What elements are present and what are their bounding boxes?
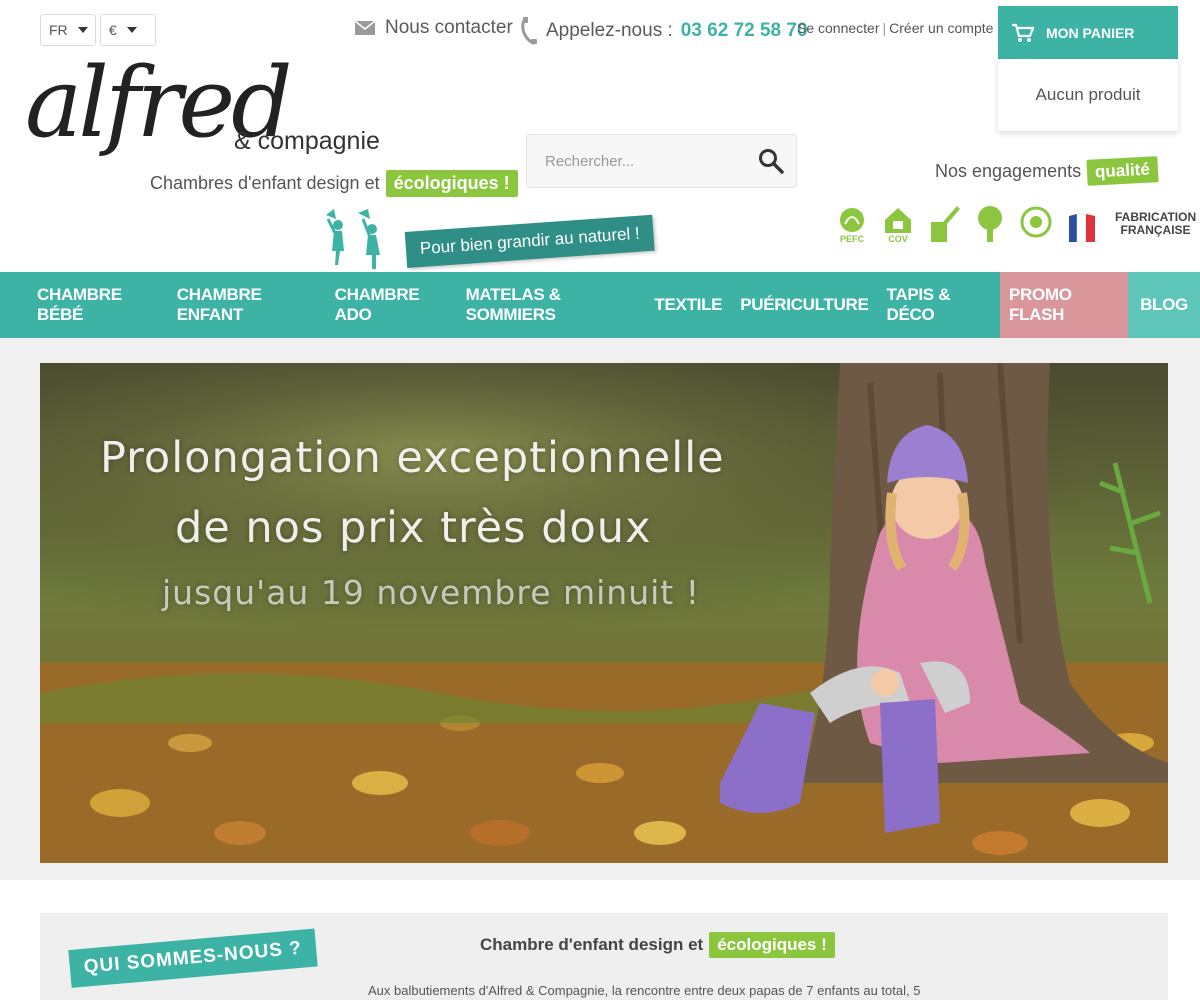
- about-title: Chambre d'enfant design et écologiques !: [480, 932, 835, 958]
- phone-label: Appelez-nous :: [546, 20, 673, 41]
- fabrication-line2: FRANÇAISE: [1120, 223, 1191, 237]
- separator: |: [882, 20, 887, 36]
- hero-banner[interactable]: Prolongation exceptionnelle de nos prix …: [40, 363, 1168, 863]
- contact-link[interactable]: Nous contacter: [355, 17, 513, 39]
- pefc-label: PEFC: [839, 234, 864, 244]
- phone-info: Appelez-nous : 03 62 72 58 70: [520, 17, 808, 45]
- fabrication-francaise: FABRICATION FRANÇAISE: [1115, 210, 1196, 237]
- about-title-badge: écologiques !: [709, 932, 835, 958]
- cov-icon: COV: [881, 204, 915, 244]
- cart-dropdown: Aucun produit: [998, 52, 1178, 131]
- chevron-down-icon: [126, 27, 137, 33]
- tagline-badge: écologiques !: [385, 170, 518, 197]
- tree-icon: [973, 204, 1007, 244]
- login-link[interactable]: Se connecter: [797, 20, 880, 36]
- kids-illustration: [326, 209, 380, 269]
- france-flag-icon: [1065, 204, 1099, 244]
- language-value: FR: [49, 22, 68, 38]
- phone-number[interactable]: 03 62 72 58 70: [681, 20, 808, 42]
- currency-select[interactable]: €: [100, 14, 156, 46]
- main-nav: CHAMBRE BÉBÉ CHAMBRE ENFANT CHAMBRE ADO …: [0, 272, 1200, 338]
- nav-item-puericulture[interactable]: PUÉRICULTURE: [731, 272, 877, 338]
- nav-item-chambre-ado[interactable]: CHAMBRE ADO: [326, 272, 457, 338]
- search-box: [526, 134, 797, 188]
- tagline-text: Chambres d'enfant design et: [150, 173, 380, 193]
- currency-value: €: [109, 22, 117, 38]
- paint-icon: [927, 204, 961, 244]
- nav-item-promo-flash[interactable]: PROMO FLASH: [999, 272, 1129, 338]
- nav-item-tapis-deco[interactable]: TAPIS & DÉCO: [878, 272, 1000, 338]
- hero-line3: jusqu'au 19 novembre minuit !: [162, 573, 700, 612]
- cotton-icon: [1019, 204, 1053, 244]
- envelope-icon: [355, 21, 375, 35]
- engagements[interactable]: Nos engagements qualité: [935, 156, 1159, 186]
- phone-icon: [521, 17, 537, 45]
- about-title-text: Chambre d'enfant design et: [480, 935, 704, 954]
- nav-item-blog[interactable]: BLOG: [1128, 272, 1200, 338]
- cart-label: MON PANIER: [1046, 24, 1135, 41]
- pefc-icon: PEFC: [835, 204, 869, 244]
- contact-label: Nous contacter: [385, 17, 513, 38]
- cart-empty-text: Aucun produit: [1035, 85, 1141, 104]
- language-select[interactable]: FR: [40, 14, 96, 46]
- nav-item-chambre-enfant[interactable]: CHAMBRE ENFANT: [168, 272, 326, 338]
- tagline: Chambres d'enfant design et écologiques …: [150, 170, 518, 197]
- engagements-badge: qualité: [1086, 156, 1159, 186]
- account-links: Se connecter | Créer un compte: [797, 20, 993, 36]
- search-input[interactable]: [545, 152, 758, 170]
- cart-icon: [1012, 23, 1034, 42]
- register-link[interactable]: Créer un compte: [889, 20, 993, 36]
- chevron-down-icon: [77, 27, 88, 33]
- nav-item-chambre-bebe[interactable]: CHAMBRE BÉBÉ: [28, 272, 168, 338]
- nav-item-textile[interactable]: TEXTILE: [645, 272, 731, 338]
- certifications: PEFC COV FABRICATION FRANÇAISE: [835, 204, 1196, 244]
- search-icon[interactable]: [758, 148, 784, 174]
- nav-item-matelas-sommiers[interactable]: MATELAS & SOMMIERS: [457, 272, 646, 338]
- cov-label: COV: [888, 234, 908, 244]
- hero-line1: Prolongation exceptionnelle: [100, 433, 725, 483]
- slogan-banner: Pour bien grandir au naturel !: [404, 214, 655, 268]
- engagements-label: Nos engagements: [935, 160, 1082, 181]
- logo-company: & compagnie: [234, 127, 380, 155]
- about-text: Aux balbutiements d'Alfred & Compagnie, …: [368, 983, 921, 998]
- hero-line2: de nos prix très doux: [175, 503, 652, 553]
